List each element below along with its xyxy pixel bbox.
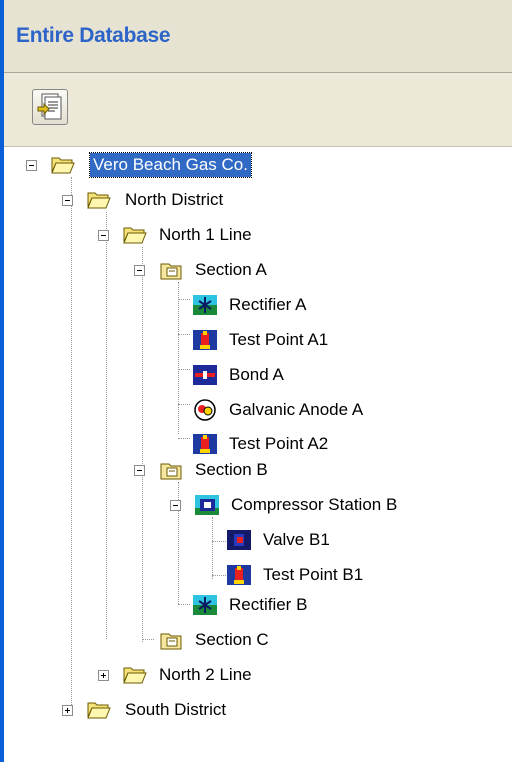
database-panel: Entire Database Vero Beach Gas Co. North…: [0, 0, 512, 762]
rectifier-icon: [193, 295, 217, 315]
tree-node-section-c[interactable]: Section C: [4, 624, 324, 656]
tree-node-rectifier-a[interactable]: Rectifier A: [4, 289, 324, 321]
tree-node-label[interactable]: North 1 Line: [156, 223, 255, 247]
tree-node-label[interactable]: Section B: [192, 458, 271, 482]
tree-node-valve-b1[interactable]: Valve B1: [4, 524, 330, 556]
section-folder-icon: [160, 263, 182, 280]
folder-open-icon: [123, 227, 147, 244]
tree-node-label[interactable]: Rectifier B: [226, 593, 310, 617]
tree-view[interactable]: Vero Beach Gas Co. North District North …: [4, 147, 512, 762]
folder-open-icon: [87, 702, 111, 719]
compressor-station-icon: [195, 495, 219, 515]
bond-icon: [193, 365, 217, 385]
panel-header: Entire Database: [4, 0, 512, 73]
tree-node-label[interactable]: Bond A: [226, 363, 287, 387]
tree-node-south-district[interactable]: South District: [4, 694, 324, 726]
tree-node-section-a[interactable]: Section A: [4, 254, 324, 286]
test-point-icon: [193, 330, 217, 350]
expand-icon[interactable]: [62, 705, 73, 716]
tree-node-north-district[interactable]: North District: [4, 184, 324, 216]
folder-open-icon: [123, 667, 147, 684]
collapse-icon[interactable]: [134, 465, 145, 476]
tree-node-label[interactable]: Compressor Station B: [228, 493, 400, 517]
rectifier-icon: [193, 595, 217, 615]
panel-title: Entire Database: [16, 24, 171, 47]
tree-node-label[interactable]: Test Point B1: [260, 563, 366, 587]
folder-open-icon: [87, 192, 111, 209]
tree-node-rectifier-b[interactable]: Rectifier B: [4, 589, 324, 621]
expand-icon[interactable]: [98, 670, 109, 681]
tree-node-root[interactable]: Vero Beach Gas Co.: [4, 149, 324, 181]
valve-icon: [227, 530, 251, 550]
test-point-icon: [193, 434, 217, 454]
tree-node-label[interactable]: Test Point A1: [226, 328, 331, 352]
tree-node-label[interactable]: Test Point A2: [226, 432, 331, 456]
toolbar: [4, 73, 512, 147]
test-point-icon: [227, 565, 251, 585]
tree-node-label[interactable]: Valve B1: [260, 528, 333, 552]
collapse-icon[interactable]: [98, 230, 109, 241]
tree-node-label[interactable]: Vero Beach Gas Co.: [89, 152, 252, 178]
tree-node-label[interactable]: North 2 Line: [156, 663, 255, 687]
tree-node-north-1-line[interactable]: North 1 Line: [4, 219, 324, 251]
section-folder-icon: [160, 633, 182, 650]
tree-node-section-b[interactable]: Section B: [4, 454, 324, 486]
galvanic-anode-icon: [194, 399, 216, 421]
collapse-icon[interactable]: [134, 265, 145, 276]
folder-open-icon: [51, 157, 75, 174]
tree-node-label[interactable]: Section A: [192, 258, 270, 282]
report-button[interactable]: [32, 89, 68, 125]
tree-node-label[interactable]: Galvanic Anode A: [226, 398, 366, 422]
tree-node-test-point-a1[interactable]: Test Point A1: [4, 324, 328, 356]
collapse-icon[interactable]: [62, 195, 73, 206]
tree-node-label[interactable]: Rectifier A: [226, 293, 309, 317]
tree-node-galvanic-anode-a[interactable]: Galvanic Anode A: [4, 394, 363, 426]
tree-node-test-point-b1[interactable]: Test Point B1: [4, 559, 363, 591]
tree-node-label[interactable]: Section C: [192, 628, 272, 652]
collapse-icon[interactable]: [26, 160, 37, 171]
tree-node-label[interactable]: North District: [122, 188, 226, 212]
section-folder-icon: [160, 463, 182, 480]
report-icon: [37, 93, 62, 120]
tree-node-compressor-station-b[interactable]: Compressor Station B: [4, 489, 397, 521]
tree-node-north-2-line[interactable]: North 2 Line: [4, 659, 324, 691]
tree-node-bond-a[interactable]: Bond A: [4, 359, 324, 391]
collapse-icon[interactable]: [170, 500, 181, 511]
tree-node-label[interactable]: South District: [122, 698, 229, 722]
